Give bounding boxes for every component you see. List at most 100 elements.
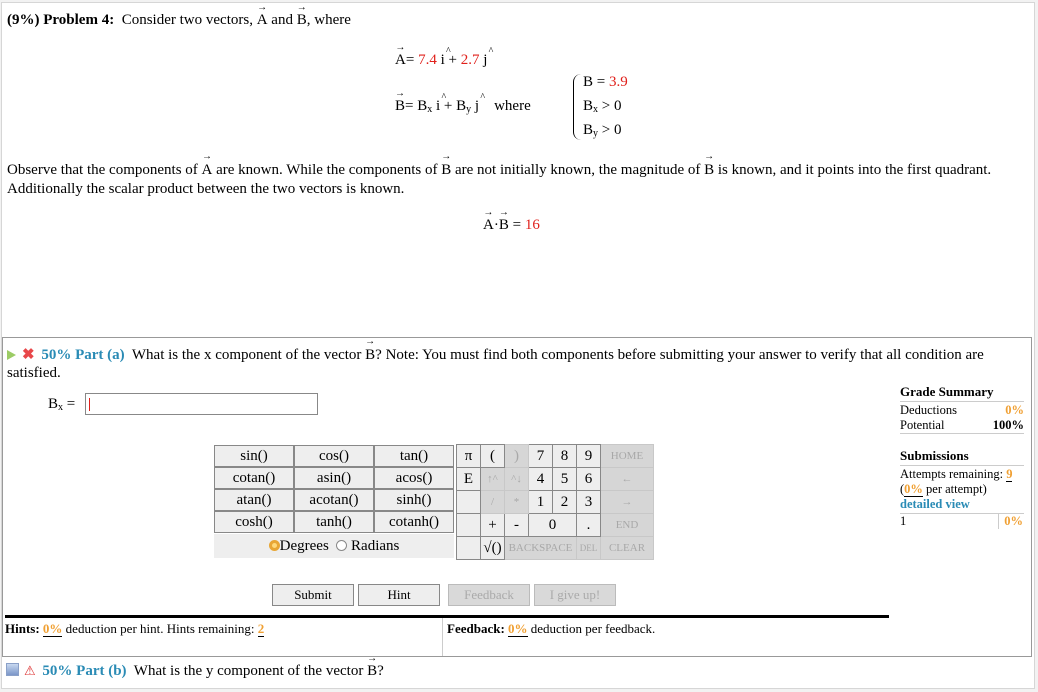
vector-b-symbol: B [499,217,509,234]
key-sinh[interactable]: sinh() [373,488,455,512]
key-up[interactable]: ↑^ [480,467,505,491]
key-del[interactable]: DEL [576,536,601,560]
key-sqrt[interactable]: √() [480,536,505,560]
part-b-header[interactable]: ⚠ 50% Part (b) What is the y component o… [6,663,384,680]
key-acotan[interactable]: acotan() [293,488,375,512]
observe-text-1: Observe that the components of [7,162,198,178]
key-tan[interactable]: tan() [373,444,455,468]
key-cosh[interactable]: cosh() [213,510,295,534]
part-b-question: What is the y component of the vector [133,663,364,679]
key-3[interactable]: 3 [576,490,601,514]
feedback-deduction: 0% [508,621,528,637]
observe-text-2: are known. While the components of [216,162,438,178]
key-8[interactable]: 8 [552,444,577,468]
problem-header: (9%) Problem 4: Consider two vectors, A … [7,12,351,29]
problem-intro: Consider two vectors, [121,12,253,28]
key-cos[interactable]: cos() [293,444,375,468]
problem-label: Problem 4: [43,12,115,28]
condition-by: By > 0 [583,122,621,139]
key-down[interactable]: ^↓ [504,467,529,491]
divider [5,615,889,618]
key-dot[interactable]: . [576,513,601,537]
submission-history-row: 1 0% [900,513,1024,529]
j-hat: j [483,46,494,69]
answer-input[interactable] [85,393,318,415]
hints-info: Hints: 0% deduction per hint. Hints rema… [5,621,265,637]
potential-value: 100% [992,418,1024,432]
i-hat: i [441,46,452,69]
key-acos[interactable]: acos() [373,466,455,490]
key-rparen[interactable]: ) [504,444,529,468]
cond-b-label: B = [583,74,609,90]
radians-radio[interactable] [336,539,348,551]
key-tanh[interactable]: tanh() [293,510,375,534]
key-7[interactable]: 7 [528,444,553,468]
key-lparen[interactable]: ( [480,444,505,468]
give-up-button[interactable]: I give up! [534,584,616,606]
hints-text: deduction per hint. Hints remaining: [65,621,255,636]
key-end[interactable]: END [600,513,654,537]
deductions-row: Deductions 0% [900,403,1024,418]
problem-percent: (9%) [7,12,40,28]
key-4[interactable]: 4 [528,467,553,491]
key-cotanh[interactable]: cotanh() [373,510,455,534]
bx-symbol: B [583,98,594,114]
key-backspace[interactable]: BACKSPACE [504,536,577,560]
degrees-radio[interactable] [268,539,280,551]
a-x-value: 7.4 [418,52,437,68]
key-atan[interactable]: atan() [213,488,295,512]
attempts-label: Attempts remaining: [900,467,1004,481]
key-cotan[interactable]: cotan() [213,466,295,490]
hint-button[interactable]: Hint [358,584,440,606]
key-e[interactable]: E [456,467,481,491]
warning-icon: ⚠ [24,663,36,678]
equation-a: A= 7.4 i + 2.7 j [395,46,494,69]
vector-b-symbol: B [297,12,307,29]
key-minus[interactable]: - [504,513,529,537]
submit-button[interactable]: Submit [272,584,354,606]
by-symbol: B [583,122,594,138]
key-home[interactable]: HOME [600,444,654,468]
key-plus[interactable]: + [480,513,505,537]
by-condition: > 0 [601,122,622,138]
key-right-arrow[interactable]: → [600,490,654,514]
key-6[interactable]: 6 [576,467,601,491]
collapse-icon[interactable] [6,663,19,676]
key-0[interactable]: 0 [528,513,577,537]
deductions-value: 0% [1005,403,1024,417]
key-sin[interactable]: sin() [213,444,295,468]
dot-product-equation: A·B = 16 [483,217,540,234]
play-icon[interactable] [7,349,16,360]
detailed-view-link[interactable]: detailed view [900,497,1024,512]
key-divide[interactable]: / [480,490,505,514]
key-asin[interactable]: asin() [293,466,375,490]
per-attempt-value: 0% [904,482,923,497]
key-multiply[interactable]: * [504,490,529,514]
key-5[interactable]: 5 [552,467,577,491]
attempt-score: 0% [998,514,1024,529]
hint-deduction: 0% [42,621,63,637]
key-blank [456,513,481,537]
key-left-arrow[interactable]: ← [600,467,654,491]
grade-summary: Grade Summary Deductions 0% Potential 10… [900,384,1024,529]
key-blank [456,536,481,560]
potential-row: Potential 100% [900,418,1024,434]
vector-b-symbol: B [365,346,375,364]
part-a-panel: ✖ 50% Part (a) What is the x component o… [2,337,1032,657]
bx-symbol: B [417,98,428,114]
feedback-button[interactable]: Feedback [448,584,530,606]
key-1[interactable]: 1 [528,490,553,514]
potential-label: Potential [900,418,945,432]
bx-condition: > 0 [601,98,622,114]
bx-sub: x [427,104,433,115]
where-text: , where [306,12,351,28]
key-2[interactable]: 2 [552,490,577,514]
part-a-question: ✖ 50% Part (a) What is the x component o… [7,346,1031,382]
key-9[interactable]: 9 [576,444,601,468]
per-attempt-label: per attempt) [926,482,987,496]
part-a-question-text: What is the x component of the vector [131,347,362,363]
feedback-info: Feedback: 0% deduction per feedback. [447,621,655,637]
key-pi[interactable]: π [456,444,481,468]
key-clear[interactable]: CLEAR [600,536,654,560]
part-b-title: 50% Part (b) [42,663,127,679]
